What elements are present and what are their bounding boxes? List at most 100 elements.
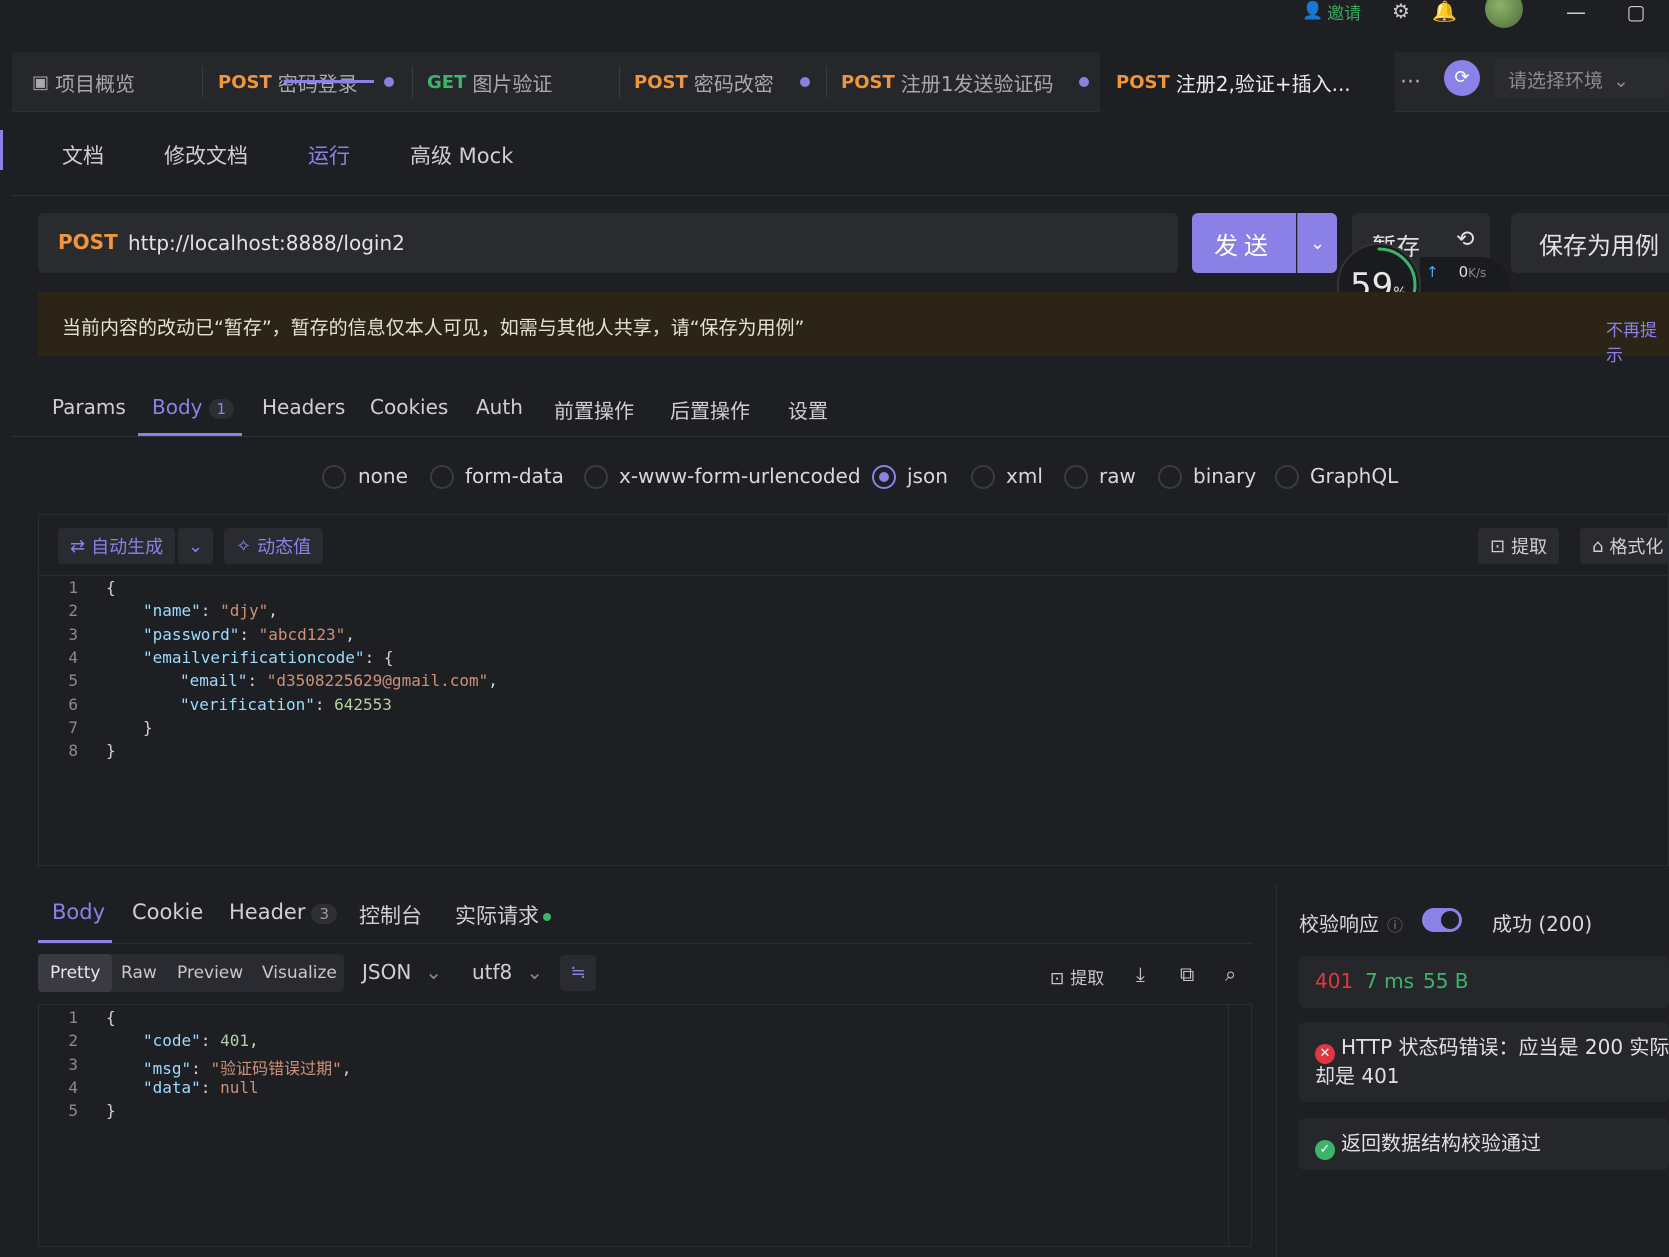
format-button[interactable]: ⌂ 格式化 bbox=[1580, 528, 1669, 564]
invite-label: 邀请 bbox=[1327, 3, 1362, 24]
radio-xml[interactable] bbox=[971, 465, 995, 489]
tab-auth[interactable]: Auth bbox=[476, 395, 523, 419]
extract-label: 提取 bbox=[1511, 537, 1548, 558]
response-language-select[interactable]: JSON ⌄ bbox=[362, 960, 442, 984]
scrollbar-track[interactable] bbox=[1228, 1004, 1229, 1247]
code-line[interactable]: 8} bbox=[48, 741, 115, 764]
search-icon[interactable]: ⌕ bbox=[1225, 962, 1236, 986]
tab-response-body[interactable]: Body bbox=[52, 900, 105, 924]
save-as-case-button[interactable]: 保存为用例 bbox=[1511, 213, 1669, 273]
radio-binary[interactable] bbox=[1158, 465, 1182, 489]
code-line[interactable]: 2 "name": "djy", bbox=[48, 601, 278, 624]
avatar[interactable] bbox=[1485, 0, 1523, 28]
tab-params[interactable]: Params bbox=[52, 395, 126, 419]
extract-button[interactable]: ⊡ 提取 bbox=[1478, 528, 1560, 564]
tab-edit-docs[interactable]: 修改文档 bbox=[164, 140, 248, 170]
line-number: 3 bbox=[68, 624, 78, 644]
download-icon[interactable]: ⤓ bbox=[1136, 962, 1145, 986]
error-text-line1: HTTP 状态码错误：应当是 200 实际 bbox=[1341, 1035, 1669, 1059]
tabs-more-button[interactable]: ··· bbox=[1400, 52, 1421, 112]
chevron-down-icon: ⌄ bbox=[1309, 232, 1326, 254]
extract-icon: ⊡ bbox=[1050, 969, 1065, 989]
code-line[interactable]: 3 "msg": "验证码错误过期", bbox=[48, 1055, 351, 1078]
line-content: "verification": 642553 bbox=[180, 695, 392, 718]
line-number: 8 bbox=[68, 741, 78, 761]
code-line[interactable]: 1{ bbox=[48, 578, 115, 601]
code-line[interactable]: 6 "verification": 642553 bbox=[48, 695, 392, 718]
code-punct: } bbox=[143, 717, 153, 737]
code-punct: : bbox=[200, 601, 221, 621]
tab-cookies[interactable]: Cookies bbox=[370, 395, 448, 419]
code-line[interactable]: 4 "data": null bbox=[48, 1077, 258, 1101]
tab-image-verify[interactable]: GET 图片验证 bbox=[427, 52, 552, 112]
response-encoding-select[interactable]: utf8 ⌄ bbox=[472, 960, 543, 984]
radio-none[interactable] bbox=[322, 465, 346, 489]
word-wrap-button[interactable]: ≒ bbox=[560, 955, 596, 991]
code-punct: : bbox=[200, 1031, 221, 1051]
invite-button[interactable]: 👤 邀请 bbox=[1302, 0, 1362, 24]
auto-generate-button[interactable]: ⇄ 自动生成 bbox=[58, 528, 176, 564]
tab-headers[interactable]: Headers bbox=[262, 395, 345, 419]
code-line[interactable]: 5} bbox=[48, 1101, 115, 1124]
radio-json[interactable] bbox=[872, 465, 896, 489]
tab-pre-actions[interactable]: 前置操作 bbox=[554, 395, 634, 424]
code-line[interactable]: 7} bbox=[48, 717, 153, 741]
code-line[interactable]: 1{ bbox=[48, 1008, 115, 1031]
dynamic-value-button[interactable]: ✧ 动态值 bbox=[224, 528, 324, 564]
tab-register-verify-insert[interactable]: POST 注册2,验证+插入... bbox=[1100, 52, 1395, 112]
radio-form-data[interactable] bbox=[430, 465, 454, 489]
tab-post-actions[interactable]: 后置操作 bbox=[670, 395, 750, 424]
send-button[interactable]: 发送 bbox=[1192, 213, 1296, 273]
radio-label: xml bbox=[1006, 464, 1043, 488]
tab-actual-request[interactable]: 实际请求 bbox=[455, 900, 551, 930]
tab-run[interactable]: 运行 bbox=[308, 140, 350, 170]
schema-ok-message: ✓ 返回数据结构校验通过 bbox=[1299, 1118, 1669, 1170]
validate-response-toggle[interactable] bbox=[1422, 908, 1462, 932]
maximize-icon[interactable]: ▢ bbox=[1621, 0, 1651, 24]
request-method[interactable]: POST bbox=[58, 230, 118, 254]
refresh-icon[interactable]: ⟲ bbox=[1456, 227, 1474, 252]
line-content: "password": "abcd123", bbox=[143, 625, 355, 648]
format-preview[interactable]: Preview bbox=[165, 954, 255, 992]
format-visualize[interactable]: Visualize bbox=[250, 954, 349, 992]
tab-response-cookie[interactable]: Cookie bbox=[132, 900, 203, 924]
tab-docs[interactable]: 文档 bbox=[62, 140, 104, 170]
tab-response-header[interactable]: Header 3 bbox=[229, 900, 338, 924]
line-number: 5 bbox=[68, 671, 78, 691]
tab-settings[interactable]: 设置 bbox=[788, 395, 828, 424]
url-bar[interactable]: POST http://localhost:8888/login2 bbox=[38, 213, 1178, 273]
format-pretty[interactable]: Pretty bbox=[38, 954, 113, 992]
encoding-value: utf8 bbox=[472, 960, 513, 984]
sync-icon[interactable]: ⟳ bbox=[1444, 60, 1480, 96]
help-icon[interactable]: ⓘ bbox=[1387, 916, 1403, 935]
extract-label: 提取 bbox=[1070, 969, 1105, 989]
radio-x-www-form-urlencoded[interactable] bbox=[584, 465, 608, 489]
radio-raw[interactable] bbox=[1064, 465, 1088, 489]
tab-body[interactable]: Body 1 bbox=[152, 395, 235, 419]
temp-save-notice: 当前内容的改动已“暂存”，暂存的信息仅本人可见，如需与其他人共享，请“保存为用例… bbox=[38, 292, 1669, 366]
error-text-line2: 却是 401 bbox=[1315, 1064, 1400, 1088]
tab-label: 注册1发送验证码 bbox=[900, 71, 1054, 96]
response-extract-button[interactable]: ⊡ 提取 bbox=[1050, 964, 1104, 989]
dismiss-notice-link[interactable]: 不再提示 bbox=[1606, 316, 1669, 366]
environment-select[interactable]: 请选择环境 ⌄ bbox=[1494, 58, 1669, 98]
copy-icon[interactable]: ⧉ bbox=[1180, 962, 1194, 986]
tab-password-change[interactable]: POST 密码改密 bbox=[634, 52, 810, 112]
tab-project-overview[interactable]: ▣ 项目概览 bbox=[32, 52, 135, 112]
code-line[interactable]: 2 "code": 401, bbox=[48, 1031, 258, 1054]
format-raw[interactable]: Raw bbox=[109, 954, 169, 992]
radio-graphql[interactable] bbox=[1275, 465, 1299, 489]
tab-console[interactable]: 控制台 bbox=[359, 900, 422, 930]
send-dropdown-button[interactable]: ⌄ bbox=[1297, 213, 1337, 273]
code-line[interactable]: 3 "password": "abcd123", bbox=[48, 625, 355, 648]
auto-generate-dropdown[interactable]: ⌄ bbox=[178, 528, 214, 564]
gear-icon[interactable]: ⚙ bbox=[1389, 0, 1413, 24]
code-line[interactable]: 5 "email": "d3508225629@gmail.com", bbox=[48, 671, 498, 694]
url-input[interactable]: http://localhost:8888/login2 bbox=[128, 231, 405, 255]
tab-register-send-code[interactable]: POST 注册1发送验证码 bbox=[841, 52, 1090, 112]
minimize-icon[interactable]: — bbox=[1561, 0, 1591, 24]
bell-icon[interactable]: 🔔 bbox=[1432, 0, 1457, 24]
tab-advanced-mock[interactable]: 高级 Mock bbox=[410, 140, 513, 170]
code-line[interactable]: 4 "emailverificationcode": { bbox=[48, 648, 393, 671]
code-punct: : bbox=[200, 1077, 221, 1097]
